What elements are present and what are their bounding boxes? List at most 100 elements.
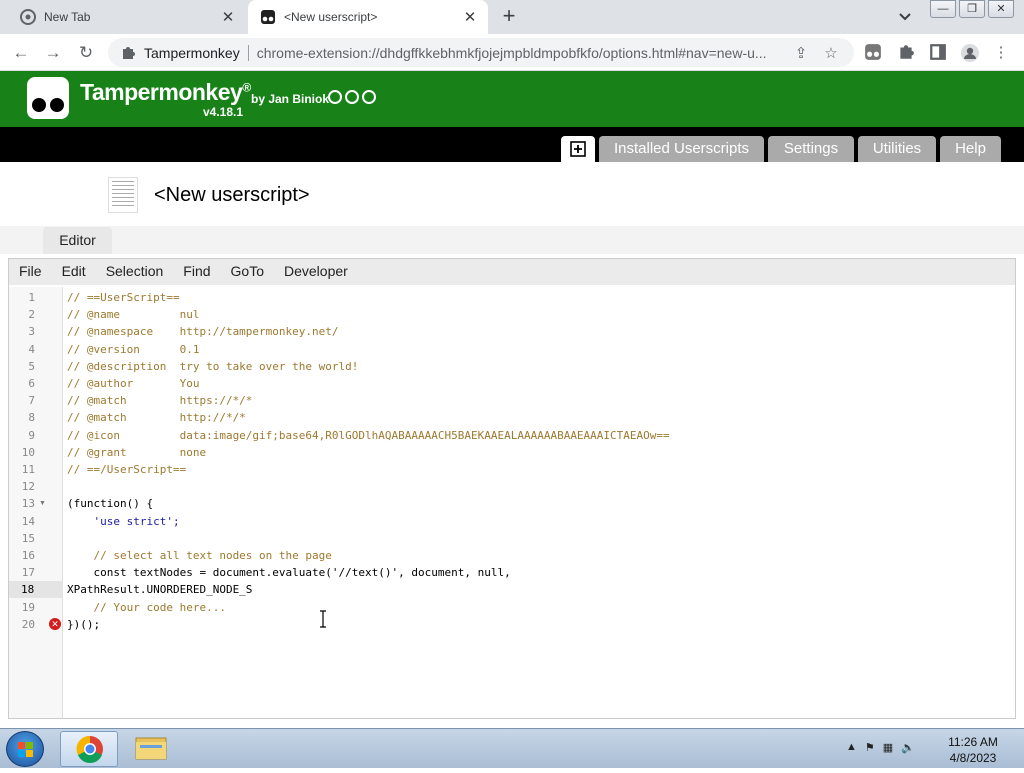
menu-developer[interactable]: Developer	[274, 259, 358, 285]
code-line[interactable]: // Your code here...	[67, 599, 225, 616]
start-button[interactable]	[6, 731, 44, 767]
tampermonkey-extension-icon[interactable]	[864, 43, 882, 61]
action-center-icon[interactable]: ⚑	[865, 741, 875, 754]
side-panel-icon[interactable]	[929, 43, 947, 61]
facebook-icon[interactable]	[345, 90, 359, 104]
clock-date: 4/8/2023	[949, 751, 997, 765]
error-marker-icon[interactable]: ✕	[49, 618, 61, 631]
omnibox-actions: ⇪ ☆	[792, 44, 840, 62]
code-line[interactable]: // @match https://*/*	[67, 392, 252, 409]
script-document-icon	[108, 177, 138, 213]
code-line[interactable]: // ==UserScript==	[67, 289, 180, 306]
share-icon[interactable]: ⇪	[792, 44, 810, 62]
line-number: 4	[28, 342, 35, 356]
bookmark-star-icon[interactable]: ☆	[822, 44, 840, 62]
extension-puzzle-icon	[123, 46, 135, 59]
tab-utilities[interactable]: Utilities	[858, 136, 936, 162]
line-number: 18	[9, 581, 63, 599]
github-icon[interactable]	[328, 90, 342, 104]
plus-box-icon	[570, 141, 586, 157]
brand-name: Tampermonkey®	[80, 79, 251, 105]
volume-muted-icon[interactable]: 🔈	[901, 741, 915, 754]
address-bar[interactable]: Tampermonkey chrome-extension://dhdgffkk…	[108, 38, 854, 67]
line-number: 13	[21, 497, 35, 511]
instagram-icon[interactable]	[362, 90, 376, 104]
tab-title: <New userscript>	[284, 10, 378, 24]
code-line[interactable]: // @grant none	[67, 444, 206, 461]
tab-editor[interactable]: Editor	[43, 227, 112, 254]
tab-help[interactable]: Help	[940, 136, 1001, 162]
code-line[interactable]: // @author You	[67, 375, 199, 392]
window-controls: — ❐ ✕	[927, 0, 1014, 18]
code-line[interactable]: 'use strict';	[67, 513, 179, 530]
code-line[interactable]: // @name nul	[67, 306, 199, 323]
kebab-menu-icon[interactable]: ⋮	[992, 43, 1010, 61]
chevron-down-icon[interactable]	[896, 9, 914, 25]
network-icon[interactable]: ▦	[883, 741, 893, 754]
tab-new-tab[interactable]: New Tab ✕	[8, 0, 246, 34]
code-line[interactable]: const textNodes = document.evaluate('//t…	[67, 564, 510, 581]
line-number: 2	[28, 308, 35, 322]
taskbar-clock[interactable]: 11:26 AM 4/8/2023	[940, 734, 1006, 766]
system-tray: ▲ ⚑ ▦ 🔈	[846, 741, 915, 754]
editor-menubar: File Edit Selection Find GoTo Developer	[9, 259, 1015, 285]
editor-tab-bar	[0, 226, 1024, 254]
menu-file[interactable]: File	[9, 259, 52, 285]
line-number: 8	[28, 411, 35, 425]
new-tab-button[interactable]: +	[498, 5, 520, 28]
code-line[interactable]: // @icon data:image/gif;base64,R0lGODlhA…	[67, 427, 670, 444]
line-number: 11	[21, 463, 35, 476]
version-label: v4.18.1	[203, 105, 244, 119]
code-line[interactable]: })();	[67, 616, 100, 633]
line-number: 17	[21, 566, 35, 580]
fold-arrow-icon[interactable]: ▼	[39, 495, 46, 512]
line-number: 20	[21, 617, 35, 631]
social-links	[328, 90, 376, 104]
close-tab-icon[interactable]: ✕	[218, 8, 238, 26]
line-number: 15	[21, 531, 35, 545]
profile-avatar-icon[interactable]	[960, 43, 979, 62]
code-line[interactable]: // @version 0.1	[67, 341, 199, 358]
forward-icon[interactable]: →	[42, 42, 64, 64]
windows-taskbar: ▲ ⚑ ▦ 🔈 11:26 AM 4/8/2023	[0, 728, 1024, 768]
tab-new-userscript[interactable]: <New userscript> ✕	[248, 0, 488, 34]
line-number: 14	[21, 514, 35, 528]
menu-find[interactable]: Find	[173, 259, 220, 285]
code-line[interactable]: // @match http://*/*	[67, 409, 246, 426]
restore-button[interactable]: ❐	[959, 0, 985, 18]
separator	[247, 44, 249, 61]
code-line[interactable]: XPathResult.UNORDERED_NODE_S	[67, 581, 252, 598]
close-tab-icon[interactable]: ✕	[460, 8, 480, 26]
minimize-button[interactable]: —	[930, 0, 956, 18]
extensions-icon[interactable]	[897, 43, 915, 61]
show-hidden-icons[interactable]: ▲	[846, 741, 857, 754]
line-number: 12	[21, 480, 35, 494]
browser-toolbar: ← → ↻ Tampermonkey chrome-extension://dh…	[0, 34, 1024, 71]
tab-settings[interactable]: Settings	[768, 136, 854, 162]
line-number: 19	[21, 600, 35, 614]
close-window-button[interactable]: ✕	[988, 0, 1014, 18]
taskbar-file-explorer[interactable]	[122, 731, 180, 767]
code-line[interactable]: // select all text nodes on the page	[67, 547, 331, 564]
windows-logo-icon	[18, 742, 33, 757]
reload-icon[interactable]: ↻	[75, 42, 97, 64]
code-editor[interactable]: File Edit Selection Find GoTo Developer …	[8, 258, 1016, 719]
chrome-icon	[76, 735, 103, 763]
tab-installed-userscripts[interactable]: Installed Userscripts	[599, 136, 764, 162]
new-script-tab[interactable]	[561, 136, 595, 162]
taskbar-chrome[interactable]	[60, 731, 118, 767]
code-line[interactable]: // ==/UserScript==	[67, 461, 186, 478]
line-number-gutter: 1 2 3 4 5 6 7 8 9 10 11 12 13 ▼ 14 15 16 17 18 19 20 ✕	[9, 287, 63, 718]
menu-goto[interactable]: GoTo	[221, 259, 274, 285]
code-line[interactable]: // @description try to take over the wor…	[67, 358, 358, 375]
author-credit: by Jan Biniok	[251, 92, 330, 106]
url-text: chrome-extension://dhdgffkkebhmkfjojejmp…	[256, 44, 767, 61]
folder-icon	[135, 737, 167, 760]
line-number: 10	[21, 445, 35, 459]
menu-selection[interactable]: Selection	[96, 259, 174, 285]
code-line[interactable]: (function() {	[67, 495, 153, 512]
text-cursor-icon	[320, 610, 326, 628]
back-icon[interactable]: ←	[10, 42, 32, 64]
menu-edit[interactable]: Edit	[52, 259, 96, 285]
code-line[interactable]: // @namespace http://tampermonkey.net/	[67, 323, 339, 340]
